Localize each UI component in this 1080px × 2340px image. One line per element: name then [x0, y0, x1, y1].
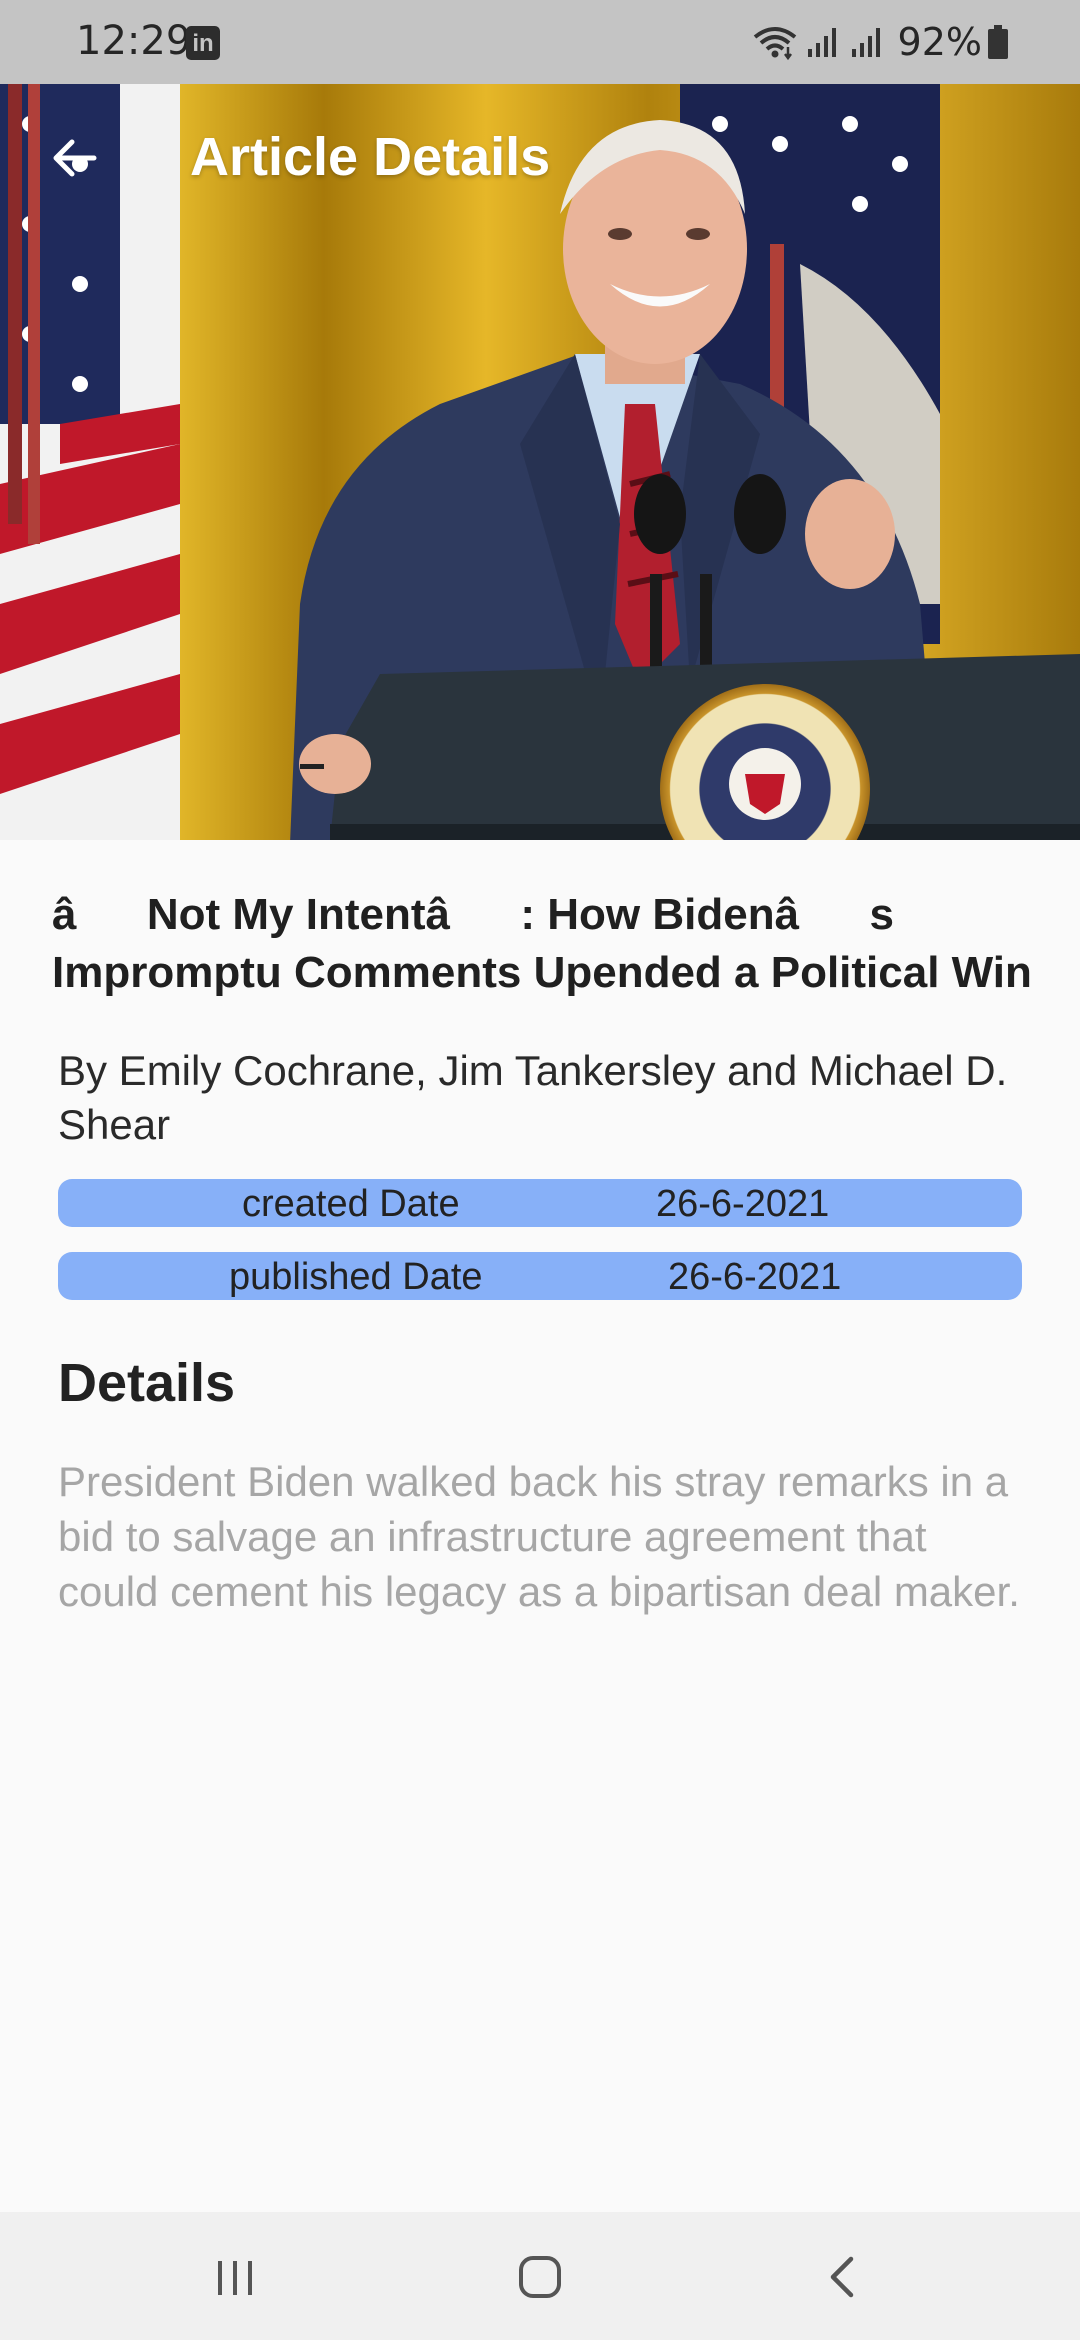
article-title: âNot My Intentâ: How Bidenâs Impro…: [52, 886, 1080, 1002]
status-icons: 92%: [752, 16, 1008, 68]
details-body: President Biden walked back his stray re…: [58, 1458, 1020, 1615]
home-icon: [519, 2256, 561, 2298]
recent-apps-icon: [218, 2261, 252, 2295]
published-date-row: published Date 26-6-2021: [58, 1252, 1022, 1300]
created-date-value: 26-6-2021: [656, 1183, 830, 1225]
linkedin-icon: in: [186, 26, 220, 60]
status-bar: 12:29 in 92%: [0, 0, 1080, 84]
arrow-left-icon: [53, 139, 97, 177]
created-date-label: created Date: [242, 1183, 460, 1225]
back-icon: [830, 2256, 854, 2298]
system-back-button[interactable]: [802, 2242, 882, 2312]
system-nav-bar: [0, 2212, 1080, 2340]
article-authors: By Emily Cochrane, Jim Tankersley and Mi…: [58, 1047, 1008, 1148]
back-button[interactable]: [44, 128, 104, 188]
signal-icon-2: [851, 28, 880, 57]
signal-icon: [807, 28, 836, 57]
recent-apps-button[interactable]: [196, 2242, 276, 2312]
wifi-icon: [753, 27, 796, 61]
article-image: Article Details: [0, 84, 1080, 840]
status-time: 12:29: [76, 18, 192, 64]
article-title-line-1: âNot My Intentâ: How Bidenâs: [52, 890, 894, 939]
published-date-label: published Date: [229, 1256, 483, 1298]
details-heading: Details: [58, 1353, 236, 1413]
published-date-value: 26-6-2021: [668, 1256, 842, 1298]
battery-icon: [988, 25, 1008, 59]
article-title-line-2: Impromptu Comments Upended a Political W…: [52, 948, 1032, 997]
battery-percent: 92%: [897, 20, 982, 64]
home-button[interactable]: [500, 2242, 580, 2312]
created-date-row: created Date 26-6-2021: [58, 1179, 1022, 1227]
page-title: Article Details: [190, 127, 551, 187]
article-photo: [0, 84, 1080, 840]
